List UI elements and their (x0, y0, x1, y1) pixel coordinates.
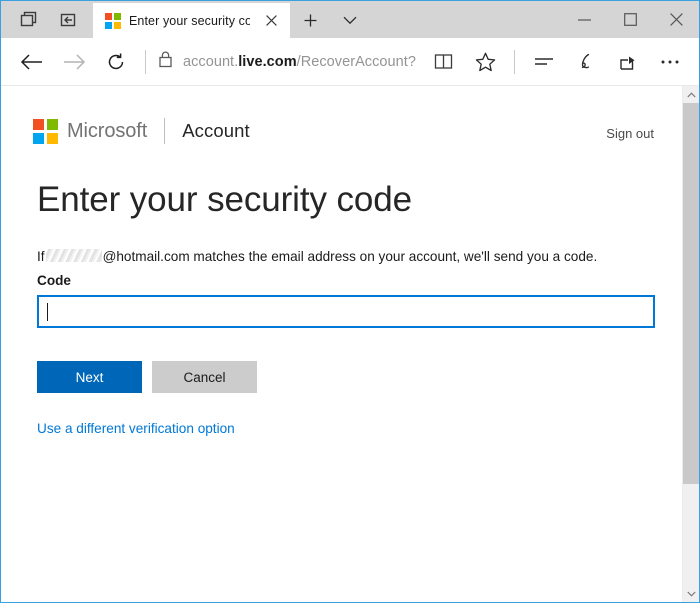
microsoft-logo-icon (105, 12, 121, 29)
reading-view-icon[interactable] (422, 42, 464, 82)
more-icon[interactable] (649, 42, 691, 82)
button-row: Next Cancel (37, 361, 650, 394)
scroll-down-arrow-icon[interactable] (683, 585, 699, 602)
forward-button (53, 42, 95, 82)
redacted-email-username (45, 249, 102, 263)
scrollbar-track[interactable] (683, 103, 699, 585)
back-button[interactable] (11, 42, 53, 82)
hub-icon[interactable] (523, 42, 565, 82)
microsoft-logo-icon (33, 118, 58, 144)
toolbar-right-icons (422, 42, 691, 82)
new-tab-button[interactable] (290, 3, 330, 38)
refresh-button[interactable] (95, 42, 137, 82)
browser-tab[interactable]: Enter your security code (93, 3, 290, 38)
cancel-button[interactable]: Cancel (152, 361, 257, 394)
tabs-preview-icon[interactable] (9, 2, 48, 38)
close-button[interactable] (653, 1, 699, 38)
share-icon[interactable] (607, 42, 649, 82)
page-title: Enter your security code (37, 180, 412, 219)
code-input[interactable] (37, 295, 655, 329)
description-after: @hotmail.com matches the email address o… (102, 249, 598, 265)
next-button[interactable]: Next (37, 361, 142, 394)
brand-name: Microsoft (67, 119, 148, 142)
text-caret (47, 302, 48, 321)
address-bar[interactable]: account.live.com/RecoverAccount? (154, 42, 422, 82)
code-field-label: Code (37, 273, 71, 289)
chevron-down-icon[interactable] (330, 3, 370, 38)
titlebar-left-icons (1, 1, 93, 38)
url-domain: live.com (238, 53, 297, 70)
browser-toolbar: account.live.com/RecoverAccount? (1, 38, 699, 86)
scrollbar-thumb[interactable] (683, 103, 699, 484)
header-divider (164, 118, 166, 144)
scroll-up-arrow-icon[interactable] (683, 86, 699, 103)
favorites-star-icon[interactable] (464, 42, 506, 82)
site-header: Microsoft Account Sign out (1, 86, 682, 152)
toolbar-divider (145, 49, 146, 74)
browser-window: Enter your security code (0, 0, 700, 603)
web-page: Microsoft Account Sign out Enter your se… (1, 86, 682, 602)
page-content: Enter your security code If @hotmail.com … (1, 152, 682, 438)
url-prefix: account. (183, 53, 239, 70)
product-name: Account (182, 120, 250, 141)
url-text: account.live.com/RecoverAccount? (183, 54, 416, 70)
sign-out-link[interactable]: Sign out (606, 122, 654, 141)
page-scrollbar[interactable] (682, 86, 699, 602)
set-tabs-aside-icon[interactable] (48, 2, 87, 38)
title-bar: Enter your security code (1, 1, 699, 38)
alternate-verification-link[interactable]: Use a different verification option (37, 421, 235, 436)
url-suffix: /RecoverAccount? (296, 53, 416, 70)
description-before: If (37, 249, 45, 265)
tab-title: Enter your security code (129, 13, 250, 28)
web-note-icon[interactable] (565, 42, 607, 82)
page-viewport: Microsoft Account Sign out Enter your se… (1, 86, 699, 602)
window-controls (561, 1, 699, 38)
tab-close-icon[interactable] (258, 8, 284, 34)
description-text: If @hotmail.com matches the email address… (37, 246, 637, 267)
minimize-button[interactable] (561, 1, 607, 38)
maximize-button[interactable] (607, 1, 653, 38)
lock-icon (158, 50, 173, 73)
toolbar-divider-2 (514, 49, 515, 74)
